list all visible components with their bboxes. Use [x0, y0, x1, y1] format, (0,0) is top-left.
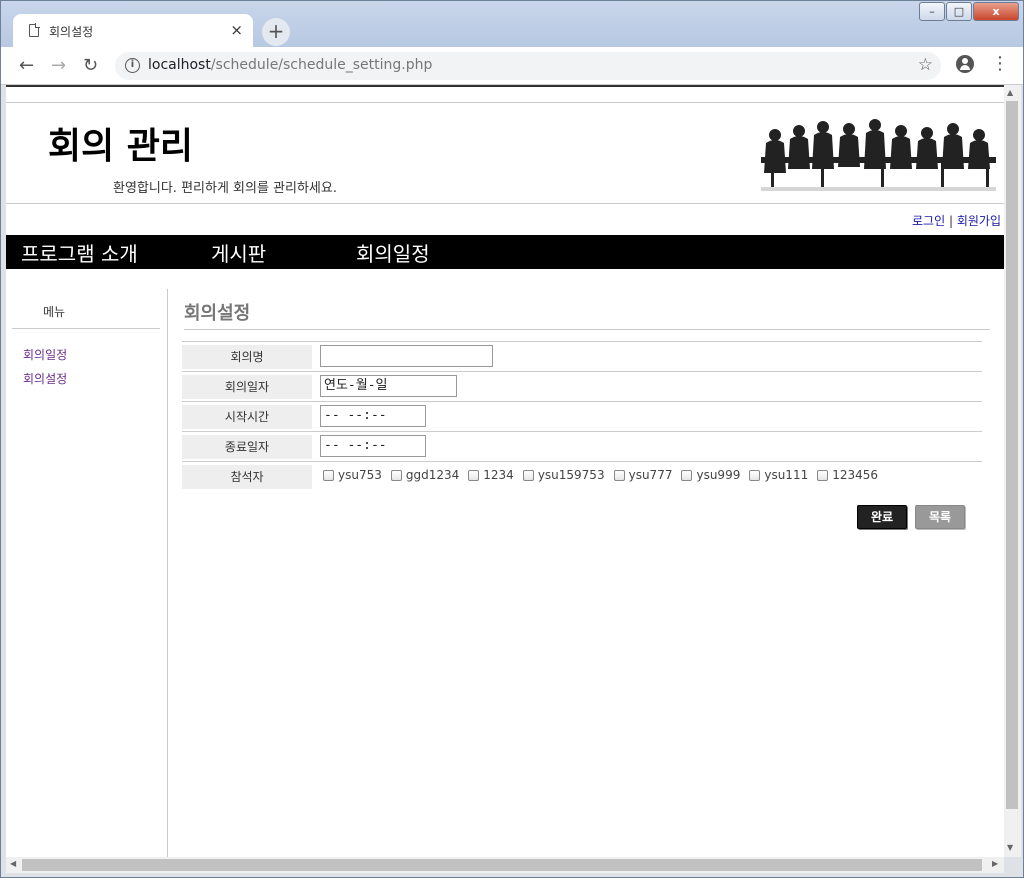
window-controls: – □ x	[918, 2, 1019, 21]
checkbox[interactable]	[468, 469, 480, 481]
new-tab-button[interactable]: +	[262, 18, 290, 46]
maximize-button[interactable]: □	[946, 2, 972, 21]
url-text[interactable]: localhost/schedule/schedule_setting.php	[148, 57, 432, 73]
vertical-scroll-thumb[interactable]	[1006, 101, 1018, 809]
signup-link[interactable]: 회원가입	[957, 214, 1001, 228]
attendee-label: 참석자	[182, 465, 312, 489]
browser-window: 회의설정 × + – □ x ← → ↻ i localhost/schedul…	[0, 0, 1024, 878]
checkbox[interactable]	[390, 469, 402, 481]
attendee-option[interactable]: ysu999	[681, 468, 740, 482]
attendee-option[interactable]: 1234	[468, 468, 514, 482]
close-window-button[interactable]: x	[973, 2, 1019, 21]
start-time-label: 시작시간	[182, 405, 312, 429]
end-date-input[interactable]: -- --:--	[320, 435, 426, 457]
sidebar-divider	[12, 328, 160, 329]
attendee-checkboxes: ysu753 ggd1234 1234 ysu159753 ysu777 ysu…	[323, 468, 887, 482]
attendee-option[interactable]: ysu753	[323, 468, 382, 482]
close-tab-icon[interactable]: ×	[230, 21, 243, 39]
reload-button[interactable]: ↻	[83, 55, 98, 76]
site-header: 회의 관리 환영합니다. 편리하게 회의를 관리하세요.	[6, 102, 1004, 204]
meeting-date-input[interactable]: 연도-월-일	[320, 375, 457, 397]
tab-strip: 회의설정 × + – □ x	[1, 1, 1023, 48]
checkbox[interactable]	[817, 469, 829, 481]
site-title: 회의 관리	[48, 126, 194, 167]
done-button[interactable]: 완료	[857, 505, 907, 529]
page-viewport: 회의 관리 환영합니다. 편리하게 회의를 관리하세요. 로그인 | 회원가입 …	[6, 85, 1004, 857]
meeting-name-input[interactable]	[320, 345, 493, 367]
sidebar-link-setting[interactable]: 회의설정	[23, 370, 67, 387]
attendee-option[interactable]: ysu111	[749, 468, 808, 482]
page-title: 회의설정	[184, 303, 251, 324]
address-bar[interactable]: i localhost/schedule/schedule_setting.ph…	[115, 52, 941, 80]
welcome-text: 환영합니다. 편리하게 회의를 관리하세요.	[113, 181, 337, 196]
main-nav: 프로그램 소개 게시판 회의일정	[6, 235, 1004, 269]
sidebar: 메뉴 회의일정 회의설정	[6, 289, 168, 857]
sidebar-title: 메뉴	[43, 305, 66, 319]
profile-icon[interactable]	[956, 55, 974, 73]
form-row-attendees: 참석자 ysu753 ggd1234 1234 ysu159753 ysu777…	[182, 462, 982, 492]
scroll-down-icon[interactable]: ▼	[1007, 843, 1013, 852]
scroll-left-icon[interactable]: ◀	[10, 859, 16, 868]
attendee-option[interactable]: ysu777	[613, 468, 672, 482]
more-menu-icon[interactable]: ⋮	[991, 55, 1009, 73]
form-row-end: 종료일자 -- --:--	[182, 432, 982, 462]
tab-title: 회의설정	[49, 25, 94, 39]
nav-item-board[interactable]: 게시판	[211, 238, 266, 267]
horizontal-scroll-thumb[interactable]	[22, 859, 982, 871]
minimize-button[interactable]: –	[919, 2, 945, 21]
checkbox[interactable]	[681, 469, 693, 481]
auth-separator: |	[948, 214, 953, 228]
meeting-name-label: 회의명	[182, 345, 312, 369]
nav-item-program-intro[interactable]: 프로그램 소개	[21, 238, 138, 267]
forward-button[interactable]: →	[51, 55, 66, 76]
meeting-silhouette-image	[761, 119, 996, 191]
form-row-date: 회의일자 연도-월-일	[182, 372, 982, 402]
form-row-start: 시작시간 -- --:--	[182, 402, 982, 432]
form-row-name: 회의명	[182, 342, 982, 372]
start-time-input[interactable]: -- --:--	[320, 405, 426, 427]
browser-toolbar: ← → ↻ i localhost/schedule/schedule_sett…	[1, 47, 1023, 85]
auth-links: 로그인 | 회원가입	[912, 212, 1001, 229]
sidebar-link-schedule[interactable]: 회의일정	[23, 346, 67, 363]
horizontal-scrollbar[interactable]: ◀ ▶	[6, 857, 1004, 873]
info-icon[interactable]: i	[125, 58, 140, 73]
checkbox[interactable]	[522, 469, 534, 481]
checkbox[interactable]	[613, 469, 625, 481]
checkbox[interactable]	[749, 469, 761, 481]
attendee-option[interactable]: 123456	[817, 468, 878, 482]
login-link[interactable]: 로그인	[912, 214, 945, 228]
meeting-form: 회의명 회의일자 연도-월-일 시작시간 -- --:-- 종료일자 -- --…	[182, 341, 982, 492]
end-date-label: 종료일자	[182, 435, 312, 459]
nav-item-schedule[interactable]: 회의일정	[356, 238, 430, 267]
attendee-option[interactable]: ggd1234	[390, 468, 459, 482]
scroll-right-icon[interactable]: ▶	[992, 859, 998, 868]
vertical-scrollbar[interactable]: ▲ ▼	[1004, 85, 1021, 857]
checkbox[interactable]	[323, 469, 334, 481]
browser-tab[interactable]: 회의설정 ×	[13, 14, 253, 48]
list-button[interactable]: 목록	[915, 505, 965, 529]
title-divider	[184, 329, 990, 330]
meeting-date-label: 회의일자	[182, 375, 312, 399]
document-icon	[29, 23, 40, 37]
scroll-up-icon[interactable]: ▲	[1007, 88, 1013, 97]
bookmark-star-icon[interactable]: ☆	[918, 55, 933, 75]
attendee-option[interactable]: ysu159753	[522, 468, 605, 482]
back-button[interactable]: ←	[19, 55, 34, 76]
